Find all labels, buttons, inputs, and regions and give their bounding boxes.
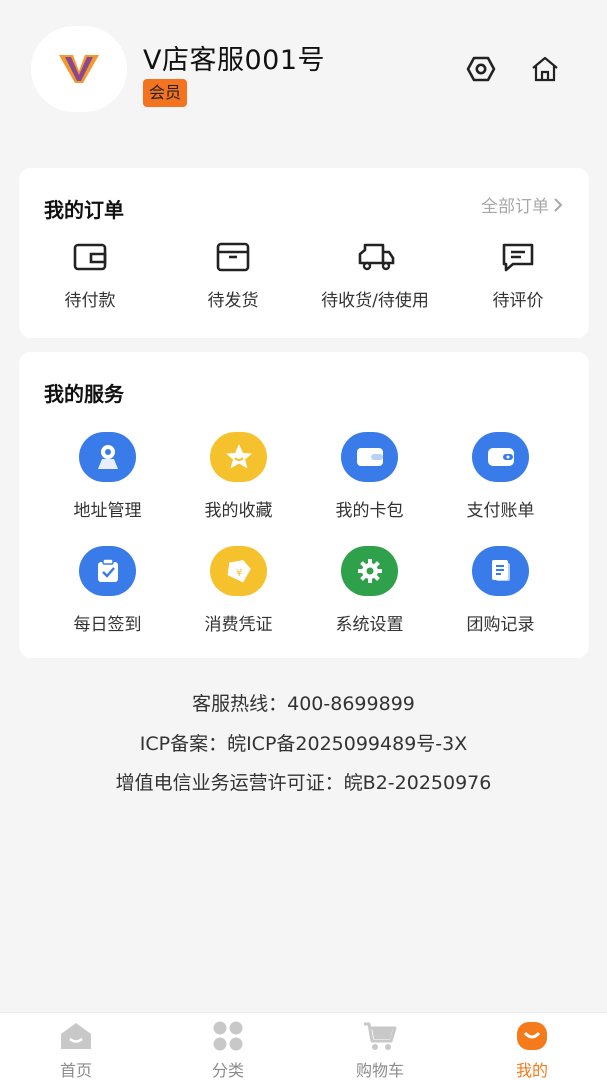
receipt-tag-icon: ¥ xyxy=(227,560,251,583)
tab-label: 分类 xyxy=(211,1061,244,1080)
tab-profile[interactable]: 我的 xyxy=(456,1013,607,1080)
order-label: 待评价 xyxy=(492,291,544,311)
service-label: 支付账单 xyxy=(466,501,535,521)
chevron-right-icon xyxy=(554,197,563,212)
service-address[interactable]: 地址管理 xyxy=(42,432,173,521)
icp-text: ICP备案：皖ICP备2025099489号-3X xyxy=(139,733,468,755)
order-label: 待发货 xyxy=(207,291,259,311)
home-icon xyxy=(61,1023,91,1049)
avatar[interactable] xyxy=(31,26,127,112)
shop-logo-icon xyxy=(59,55,99,83)
orders-title: 我的订单 xyxy=(44,198,124,222)
profile-header: V店客服001号 会员 xyxy=(0,0,607,150)
services-title: 我的服务 xyxy=(44,382,124,406)
scan-icon xyxy=(466,56,496,82)
house-icon xyxy=(532,56,558,82)
scan-button[interactable] xyxy=(464,52,498,86)
profile-icon xyxy=(517,1022,547,1050)
gear-icon xyxy=(357,559,382,583)
checkin-icon xyxy=(97,558,118,582)
service-card-wallet[interactable]: 我的卡包 xyxy=(304,432,435,521)
location-icon xyxy=(97,445,118,469)
comment-icon xyxy=(502,243,534,272)
service-label: 每日签到 xyxy=(73,615,142,635)
tab-label: 购物车 xyxy=(355,1061,404,1080)
service-billing[interactable]: 支付账单 xyxy=(435,432,566,521)
svg-text:¥: ¥ xyxy=(236,568,242,579)
tab-label: 我的 xyxy=(515,1061,548,1080)
service-group-buy[interactable]: 团购记录 xyxy=(435,546,566,635)
service-receipts[interactable]: ¥ 消费凭证 xyxy=(173,546,304,635)
orders-card: 我的订单 全部订单 待付款 待发货 待收货/待使用 待评价 xyxy=(19,168,589,338)
order-pending-payment[interactable]: 待付款 xyxy=(19,240,161,311)
document-icon xyxy=(491,560,510,581)
category-icon xyxy=(213,1021,243,1051)
service-label: 我的收藏 xyxy=(204,501,273,521)
service-label: 我的卡包 xyxy=(335,501,404,521)
home-button[interactable] xyxy=(528,52,562,86)
payment-icon xyxy=(487,448,514,466)
username: V店客服001号 xyxy=(143,45,326,76)
service-checkin[interactable]: 每日签到 xyxy=(42,546,173,635)
service-label: 团购记录 xyxy=(466,615,535,635)
order-pending-review[interactable]: 待评价 xyxy=(447,240,589,311)
truck-icon xyxy=(358,243,395,271)
service-favorites[interactable]: 我的收藏 xyxy=(173,432,304,521)
order-pending-receipt[interactable]: 待收货/待使用 xyxy=(304,240,446,311)
service-label: 地址管理 xyxy=(73,501,142,521)
tab-home[interactable]: 首页 xyxy=(0,1013,152,1080)
order-pending-shipment[interactable]: 待发货 xyxy=(162,240,304,311)
license-text: 增值电信业务运营许可证：皖B2-20250976 xyxy=(115,772,492,794)
service-label: 系统设置 xyxy=(335,615,404,635)
cart-icon xyxy=(364,1022,397,1050)
card-wallet-icon xyxy=(356,448,383,466)
service-settings[interactable]: 系统设置 xyxy=(304,546,435,635)
bottom-tabbar: 首页 分类 购物车 我的 xyxy=(0,1012,607,1080)
star-icon xyxy=(225,444,252,469)
services-card: 我的服务 地址管理 我的收藏 我的卡包 支付账单 每日签到 ¥ 消费凭证 系统设… xyxy=(19,352,589,658)
order-label: 待付款 xyxy=(64,291,116,311)
order-label: 待收货/待使用 xyxy=(321,291,429,311)
tab-cart[interactable]: 购物车 xyxy=(304,1013,456,1080)
all-orders-label: 全部订单 xyxy=(481,197,549,217)
tab-label: 首页 xyxy=(59,1061,92,1080)
member-badge: 会员 xyxy=(143,79,188,107)
service-label: 消费凭证 xyxy=(204,615,273,635)
tab-category[interactable]: 分类 xyxy=(152,1013,304,1080)
wallet-icon xyxy=(73,243,107,271)
all-orders-link[interactable]: 全部订单 xyxy=(481,192,563,217)
box-icon xyxy=(216,242,250,272)
hotline-text: 客服热线：400-8699899 xyxy=(192,693,415,715)
